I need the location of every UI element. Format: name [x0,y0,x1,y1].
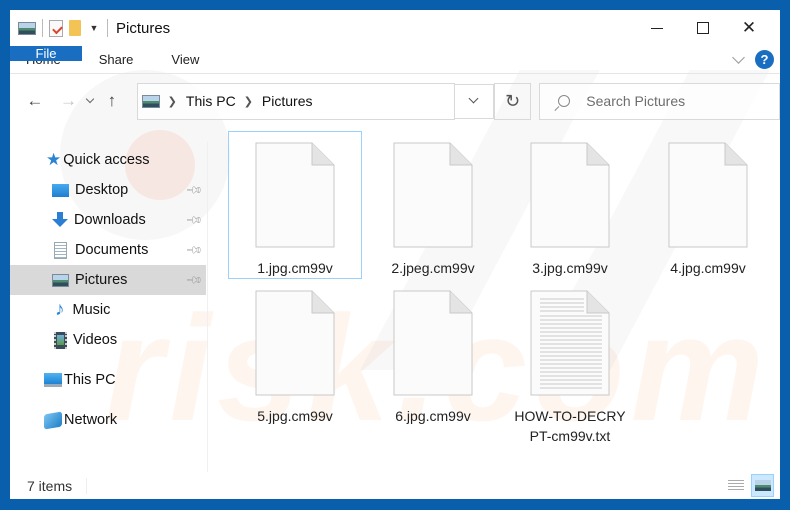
file-name-line: HOW-TO-DECRY [514,408,626,424]
chevron-down-icon [468,93,479,104]
navigation-pane: ★ Quick access Desktop 📌︎ Downloads 📌︎ D… [10,142,208,472]
chevron-down-icon [85,94,95,103]
sidebar-item-videos[interactable]: Videos [10,325,206,355]
item-count: 7 items [27,477,73,494]
ribbon-tabs: File Home Share View ? [10,46,780,74]
sidebar-item-quick-access[interactable]: ★ Quick access [10,145,206,175]
pin-icon[interactable]: 📌︎ [185,271,203,289]
back-button[interactable]: ← [22,88,48,114]
sidebar-item-music[interactable]: ♪ Music [10,295,206,325]
file-item[interactable]: 2.jpeg.cm99v [367,132,499,278]
window-title: Pictures [116,19,171,37]
large-icons-view-button[interactable] [751,474,774,497]
tab-file[interactable]: File [10,46,82,61]
forward-button[interactable]: → [56,88,82,114]
search-icon [558,95,571,107]
address-history-button[interactable] [454,83,494,119]
computer-icon [44,373,62,387]
search-input[interactable]: Search Pictures [586,93,685,109]
properties-icon[interactable] [49,19,63,37]
pictures-icon [52,273,69,287]
title-bar: ▼ Pictures ✕ [10,10,780,46]
star-icon: ★ [46,150,62,169]
address-bar[interactable]: ❯ This PC ❯ Pictures [136,82,456,120]
maximize-button[interactable] [680,10,726,46]
sidebar-item-downloads[interactable]: Downloads 📌︎ [10,205,206,235]
separator [86,477,88,494]
separator [42,19,43,37]
pin-icon[interactable]: 📌︎ [185,181,203,199]
file-name-line: PT-cm99v.txt [529,428,611,444]
details-view-button[interactable] [724,474,747,497]
file-list: 1.jpg.cm99v 2.jpeg.cm99v 3.jpg.cm99v 4.j… [210,124,780,474]
desktop-icon [52,183,69,197]
minimize-icon [651,27,663,29]
blank-file-icon [668,142,748,248]
separator [107,19,108,37]
file-item[interactable]: HOW-TO-DECRY PT-cm99v.txt [504,280,636,446]
search-box[interactable]: Search Pictures [539,82,780,120]
refresh-button[interactable]: ↻ [493,82,532,120]
close-button[interactable]: ✕ [726,10,772,46]
file-name: 3.jpg.cm99v [532,260,608,276]
file-name: 6.jpg.cm99v [395,408,471,424]
new-folder-icon[interactable] [69,20,81,36]
sidebar-item-desktop[interactable]: Desktop 📌︎ [10,175,206,205]
up-button[interactable]: ↑ [99,88,125,114]
breadcrumb-pictures[interactable]: Pictures [262,93,313,109]
file-item[interactable]: 3.jpg.cm99v [504,132,636,278]
large-icons-view-icon [754,480,771,491]
blank-file-icon [530,142,610,248]
text-file-icon [530,290,610,396]
pictures-icon [18,21,36,35]
quick-access-toolbar: ▼ [18,19,108,37]
recent-locations-button[interactable] [81,88,99,114]
pin-icon[interactable]: 📌︎ [185,211,203,229]
file-item[interactable]: 6.jpg.cm99v [367,280,499,426]
file-name: 1.jpg.cm99v [257,260,333,276]
music-icon: ♪ [55,299,65,320]
customize-dropdown-icon[interactable]: ▼ [87,23,101,33]
tab-share[interactable]: Share [80,46,153,73]
explorer-window: risk.com ▼ Pictures ✕ File Home Share Vi… [10,10,780,499]
breadcrumb-separator[interactable]: ❯ [168,95,177,108]
videos-icon [54,331,67,349]
sidebar-item-network[interactable]: Network [10,405,206,435]
navigation-bar: ← → ↑ ❯ This PC ❯ Pictures ↻ Search Pict… [10,82,780,120]
file-item[interactable]: 1.jpg.cm99v [228,131,362,279]
maximize-icon [697,22,709,34]
pin-icon[interactable]: 📌︎ [185,241,203,259]
file-name: 4.jpg.cm99v [670,260,746,276]
breadcrumb-separator[interactable]: ❯ [244,95,253,108]
details-view-icon [727,479,744,492]
network-icon [44,410,62,430]
tab-view[interactable]: View [152,46,218,73]
sidebar-item-pictures[interactable]: Pictures 📌︎ [10,265,206,295]
minimize-button[interactable] [634,10,680,46]
blank-file-icon [393,142,473,248]
pictures-icon [141,94,160,108]
sidebar-item-this-pc[interactable]: This PC [10,365,206,395]
downloads-icon [52,212,68,228]
breadcrumb-this-pc[interactable]: This PC [186,93,236,109]
file-item[interactable]: 5.jpg.cm99v [229,280,361,426]
blank-file-icon [255,142,335,248]
file-name: 5.jpg.cm99v [257,408,333,424]
blank-file-icon [255,290,335,396]
expand-ribbon-icon[interactable] [732,50,745,64]
close-icon: ✕ [741,18,757,37]
sidebar-item-documents[interactable]: Documents 📌︎ [10,235,206,265]
documents-icon [54,241,67,259]
file-name: 2.jpeg.cm99v [391,260,475,276]
blank-file-icon [393,290,473,396]
status-bar: 7 items [10,472,780,499]
file-item[interactable]: 4.jpg.cm99v [642,132,774,278]
help-icon[interactable]: ? [755,50,774,69]
file-name: HOW-TO-DECRY PT-cm99v.txt [514,406,625,446]
